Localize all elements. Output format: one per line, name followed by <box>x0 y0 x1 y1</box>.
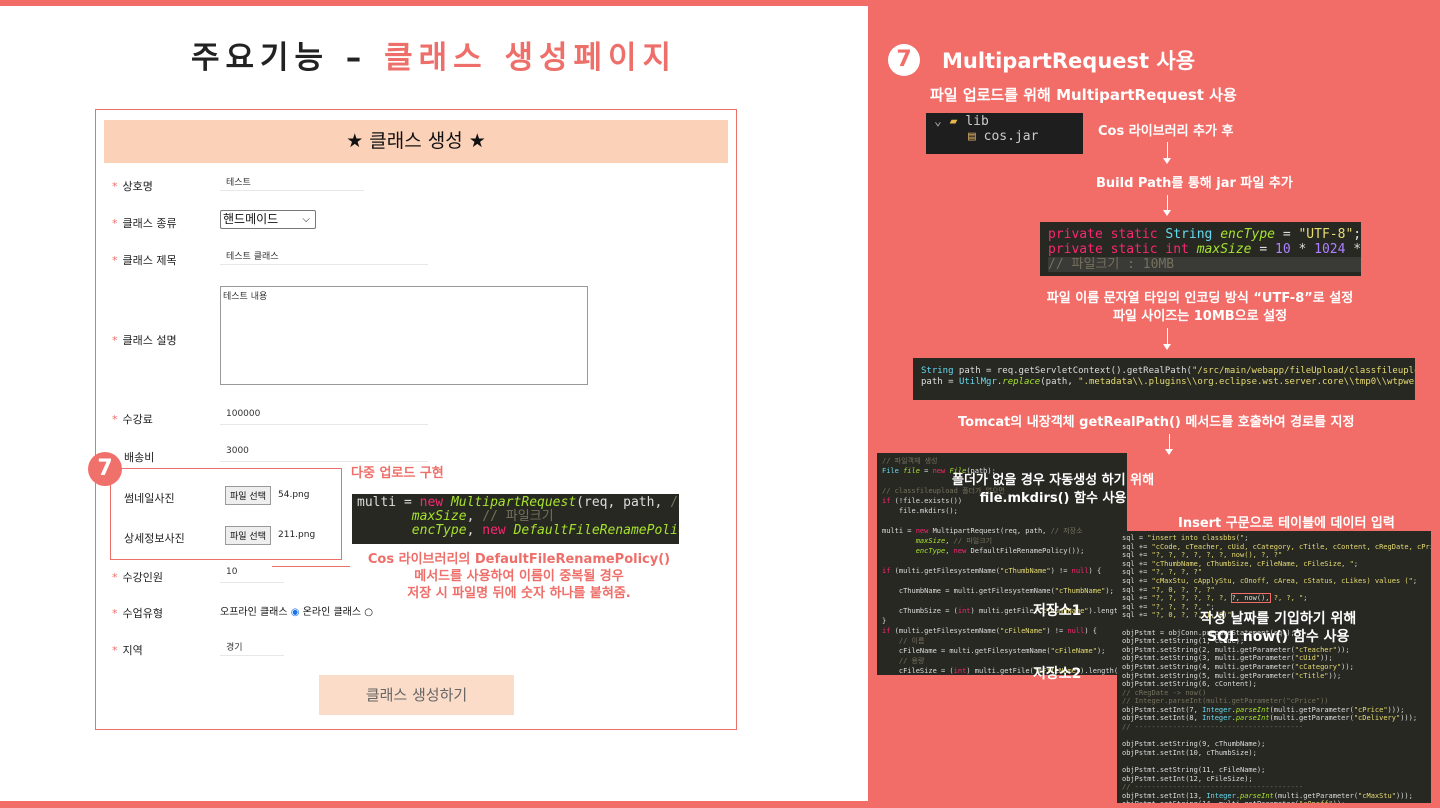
region-input[interactable]: 경기 <box>220 638 284 656</box>
create-class-button[interactable]: 클래스 생성하기 <box>319 675 514 715</box>
multi-upload-note: 다중 업로드 구현 <box>351 466 444 481</box>
label-class-title: * 클래스 제목 <box>112 254 177 267</box>
insert-code: sql = "insert into classbbs("; sql += "c… <box>1117 531 1431 803</box>
step-badge-left: 7 <box>88 452 122 486</box>
required-star-icon: * <box>112 334 118 347</box>
now-highlight-box: ?, now(), <box>1230 593 1271 604</box>
rename-policy-note: Cos 라이브러리의 DefaultFileRenamePolicy() 메서드… <box>367 552 671 601</box>
business-name-input[interactable]: 테스트 <box>220 173 364 191</box>
right-heading: MultipartRequest 사용 <box>942 49 1196 73</box>
title-accent: 클래스 생성페이지 <box>384 40 678 76</box>
build-path-note: Build Path를 통해 jar 파일 추가 <box>1096 176 1293 191</box>
now-note: 작성 날짜를 기입하기 위해 SQL now() 함수 사용 <box>1200 611 1357 645</box>
real-path-code: String path = req.getServletContext().ge… <box>913 358 1415 400</box>
radio-offline-label: 오프라인 클래스 <box>220 607 288 618</box>
multipart-request-code: multi = new MultipartRequest(req, path, … <box>352 494 679 544</box>
required-star-icon: * <box>112 217 118 230</box>
upload-highlight-box <box>110 468 342 560</box>
chevron-down-icon: ⌵ <box>302 214 310 225</box>
lib-tree-screenshot: ⌄ ▰ lib ▤ cos.jar <box>926 113 1083 154</box>
label-shipping-fee: 배송비 <box>124 451 155 464</box>
encoding-note: 파일 이름 문자열 타입의 인코딩 방식 “UTF-8”로 설정 파일 사이즈는… <box>1046 291 1354 324</box>
mkdirs-note: 폴더가 없을 경우 자동생성 하기 위해 file.mkdirs() 함수 사용 <box>952 473 1155 506</box>
right-subheading: 파일 업로드를 위해 MultipartRequest 사용 <box>930 86 1237 104</box>
class-description-textarea[interactable]: 테스트 내용 <box>220 286 588 385</box>
step-badge-right: 7 <box>888 44 920 76</box>
flow-arrow <box>1163 328 1171 350</box>
flow-arrow <box>1165 434 1173 455</box>
class-create-form: ★ 클래스 생성 ★ * 상호명 테스트 * 클래스 종류 핸드메이드 ⌵ * 클래스 … <box>95 109 737 730</box>
label-class-description: * 클래스 설명 <box>112 334 177 347</box>
required-star-icon: * <box>112 607 118 620</box>
required-star-icon: * <box>112 571 118 584</box>
radio-online-label: 온라인 클래스 <box>302 607 362 618</box>
chevron-down-icon: ⌄ <box>934 114 942 129</box>
capacity-input[interactable]: 10 <box>220 565 284 583</box>
radio-online[interactable]: ○ <box>364 607 373 618</box>
flow-arrow <box>1163 142 1171 164</box>
label-business-name: * 상호명 <box>112 180 153 193</box>
page-title: 주요기능 – 클래스 생성페이지 <box>0 32 868 77</box>
flow-arrow <box>1163 195 1171 216</box>
shipping-fee-input[interactable]: 3000 <box>220 444 428 462</box>
class-type-select[interactable]: 핸드메이드 ⌵ <box>220 210 316 229</box>
storage2-label: 저장소2 <box>1033 666 1082 682</box>
required-star-icon: * <box>112 254 118 267</box>
label-capacity: * 수강인원 <box>112 571 163 584</box>
form-header: ★ 클래스 생성 ★ <box>104 120 728 163</box>
required-star-icon: * <box>112 413 118 426</box>
radio-offline[interactable]: ◉ <box>291 607 300 618</box>
label-region: * 지역 <box>112 644 143 657</box>
tuition-input[interactable]: 100000 <box>220 407 428 425</box>
label-class-mode: * 수업유형 <box>112 607 163 620</box>
required-star-icon: * <box>112 644 118 657</box>
encoding-code: private static String encType = "UTF-8";… <box>1040 222 1361 276</box>
connector-line <box>272 566 350 567</box>
tomcat-note: Tomcat의 내장객체 getRealPath() 메서드를 호출하여 경로를… <box>958 415 1355 430</box>
class-title-input[interactable]: 테스트 클래스 <box>220 247 428 265</box>
folder-icon: ▰ <box>949 114 958 129</box>
required-star-icon: * <box>112 180 118 193</box>
jar-file-icon: ▤ <box>968 129 976 144</box>
cos-library-note: Cos 라이브러리 추가 후 <box>1098 124 1234 139</box>
storage1-label: 저장소1 <box>1033 603 1082 619</box>
label-class-type: * 클래스 종류 <box>112 217 177 230</box>
label-tuition: * 수강료 <box>112 413 153 426</box>
class-mode-radio-group: 오프라인 클래스 ◉ 온라인 클래스 ○ <box>220 603 373 618</box>
title-prefix: 주요기능 – <box>190 40 385 76</box>
insert-note: Insert 구문으로 테이블에 데이터 입력 <box>1178 516 1395 531</box>
